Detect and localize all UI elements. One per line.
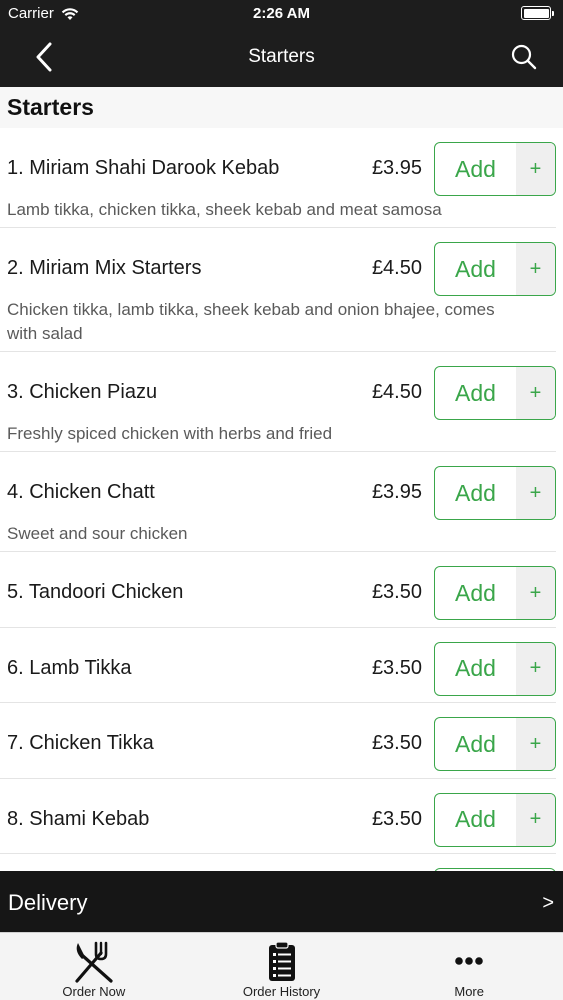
item-price: £4.50	[371, 257, 422, 279]
add-label[interactable]: Add	[435, 718, 516, 770]
plus-icon[interactable]: +	[516, 467, 555, 519]
nav-title: Starters	[248, 46, 315, 67]
clipboard-list-icon	[268, 941, 295, 981]
add-label[interactable]: Add	[435, 243, 516, 295]
add-to-cart-button[interactable]: Add +	[434, 366, 556, 420]
item-name: 3. Chicken Piazu	[7, 381, 158, 403]
chevron-right-icon: >	[542, 892, 554, 914]
item-name: 8. Shami Kebab	[7, 807, 150, 830]
header: Carrier 2:26 AM Starters	[0, 0, 563, 87]
status-bar: Carrier 2:26 AM	[0, 0, 563, 28]
item-price: £3.50	[371, 732, 422, 754]
item-description: Chicken tikka, lamb tikka, sheek kebab a…	[7, 300, 495, 343]
battery-icon	[521, 6, 554, 20]
add-to-cart-button[interactable]: Add +	[434, 242, 556, 296]
add-to-cart-button[interactable]: Add +	[434, 142, 556, 196]
menu-item: 7. Chicken Tikka £3.50 Add +	[0, 703, 556, 779]
add-label[interactable]: Add	[435, 567, 516, 619]
item-price: £4.50	[371, 381, 422, 403]
fork-knife-icon	[75, 941, 113, 983]
item-price: £3.50	[371, 581, 422, 603]
more-dots-icon	[455, 957, 483, 965]
item-name: 2. Miriam Mix Starters	[7, 257, 202, 279]
section-title: Starters	[7, 94, 94, 120]
item-name: 1. Miriam Shahi Darook Kebab	[7, 157, 280, 179]
menu-item: 1. Miriam Shahi Darook Kebab £3.95 Add +…	[0, 128, 556, 228]
delivery-label: Delivery	[8, 890, 88, 915]
plus-icon[interactable]: +	[516, 793, 555, 846]
tab-more[interactable]: More	[375, 933, 563, 1000]
add-to-cart-button[interactable]: Add +	[434, 792, 556, 847]
add-label[interactable]: Add	[435, 794, 516, 846]
add-label[interactable]: Add	[435, 467, 516, 519]
nav-bar: Starters	[0, 28, 563, 87]
delivery-bar[interactable]: Delivery >	[0, 871, 563, 932]
tab-bar: Order Now Order History More	[0, 932, 563, 1000]
item-name: 4. Chicken Chatt	[7, 481, 155, 503]
item-name: 6. Lamb Tikka	[7, 656, 132, 679]
item-price: £3.50	[371, 656, 422, 679]
menu-item: 2. Miriam Mix Starters £4.50 Add + Chick…	[0, 228, 556, 352]
menu-item: 4. Chicken Chatt £3.95 Add + Sweet and s…	[0, 452, 556, 552]
plus-icon[interactable]: +	[516, 642, 555, 695]
add-label[interactable]: Add	[435, 367, 516, 419]
item-name: 7. Chicken Tikka	[7, 732, 154, 754]
plus-icon[interactable]: +	[516, 143, 555, 195]
tab-label: More	[454, 984, 484, 999]
item-price: £3.50	[371, 807, 422, 830]
add-to-cart-button[interactable]: Add +	[434, 566, 556, 620]
plus-icon[interactable]: +	[516, 567, 555, 619]
status-time: 2:26 AM	[253, 5, 310, 22]
item-name: 5. Tandoori Chicken	[7, 581, 184, 603]
add-to-cart-button[interactable]: Add +	[434, 717, 556, 771]
menu-item: 6. Lamb Tikka £3.50 Add +	[0, 628, 556, 703]
plus-icon[interactable]: +	[516, 243, 555, 295]
plus-icon[interactable]: +	[516, 367, 555, 419]
add-label[interactable]: Add	[435, 643, 516, 695]
tab-order-now[interactable]: Order Now	[0, 933, 188, 1000]
item-description: Freshly spiced chicken with herbs and fr…	[7, 424, 333, 443]
item-price: £3.95	[371, 157, 422, 179]
menu-item-partial	[0, 854, 556, 871]
menu-list: 1. Miriam Shahi Darook Kebab £3.95 Add +…	[0, 128, 563, 871]
add-to-cart-button[interactable]: Add +	[434, 466, 556, 520]
item-description: Lamb tikka, chicken tikka, sheek kebab a…	[7, 200, 442, 219]
search-icon[interactable]	[509, 42, 539, 72]
menu-item: 5. Tandoori Chicken £3.50 Add +	[0, 552, 556, 628]
tab-order-history[interactable]: Order History	[188, 933, 376, 1000]
plus-icon[interactable]: +	[516, 718, 555, 770]
tab-label: Order Now	[62, 984, 126, 999]
tab-label: Order History	[242, 984, 321, 999]
section-header: Starters	[0, 87, 563, 128]
menu-item: 3. Chicken Piazu £4.50 Add + Freshly spi…	[0, 352, 556, 452]
add-label[interactable]: Add	[435, 143, 516, 195]
add-to-cart-button[interactable]: Add +	[434, 641, 556, 696]
item-price: £3.95	[371, 481, 422, 503]
menu-item: 8. Shami Kebab £3.50 Add +	[0, 779, 556, 854]
item-description: Sweet and sour chicken	[7, 524, 188, 543]
